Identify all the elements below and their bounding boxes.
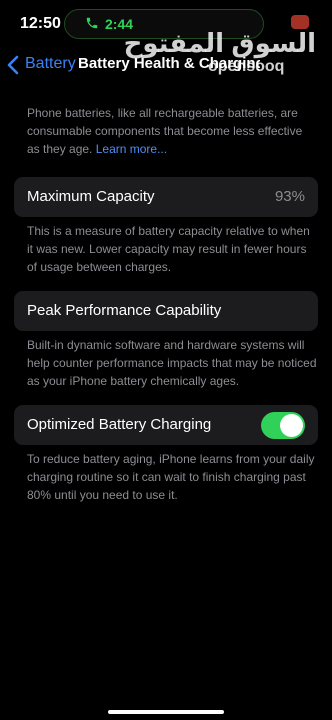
page-title: Battery Health & Charging [78,55,260,72]
status-bar: 12:50 2:44 [0,0,332,50]
active-call-pill[interactable]: 2:44 [64,9,264,39]
toggle-knob [280,414,303,437]
maximum-capacity-footer: This is a measure of battery capacity re… [27,224,310,274]
back-button[interactable]: Battery [25,55,76,73]
peak-performance-row: Peak Performance Capability [14,291,318,331]
peak-performance-footer: Built-in dynamic software and hardware s… [27,338,317,388]
maximum-capacity-label: Maximum Capacity [27,188,155,205]
navigation-bar: Battery Battery Health & Charging [0,50,332,80]
status-time: 12:50 [20,15,61,32]
phone-icon [85,16,99,30]
optimized-charging-footer: To reduce battery aging, iPhone learns f… [27,452,315,502]
maximum-capacity-row: Maximum Capacity 93% [14,177,318,217]
peak-performance-label: Peak Performance Capability [27,302,222,319]
chevron-left-icon[interactable] [6,55,20,75]
status-indicator [291,15,309,29]
maximum-capacity-value: 93% [274,188,305,205]
learn-more-link[interactable]: Learn more... [96,142,167,156]
call-duration: 2:44 [105,16,134,32]
intro-description: Phone batteries, like all rechargeable b… [27,104,317,158]
optimized-charging-label: Optimized Battery Charging [27,416,212,433]
optimized-charging-toggle[interactable] [261,412,305,439]
home-indicator[interactable] [108,710,224,714]
optimized-charging-row: Optimized Battery Charging [14,405,318,445]
